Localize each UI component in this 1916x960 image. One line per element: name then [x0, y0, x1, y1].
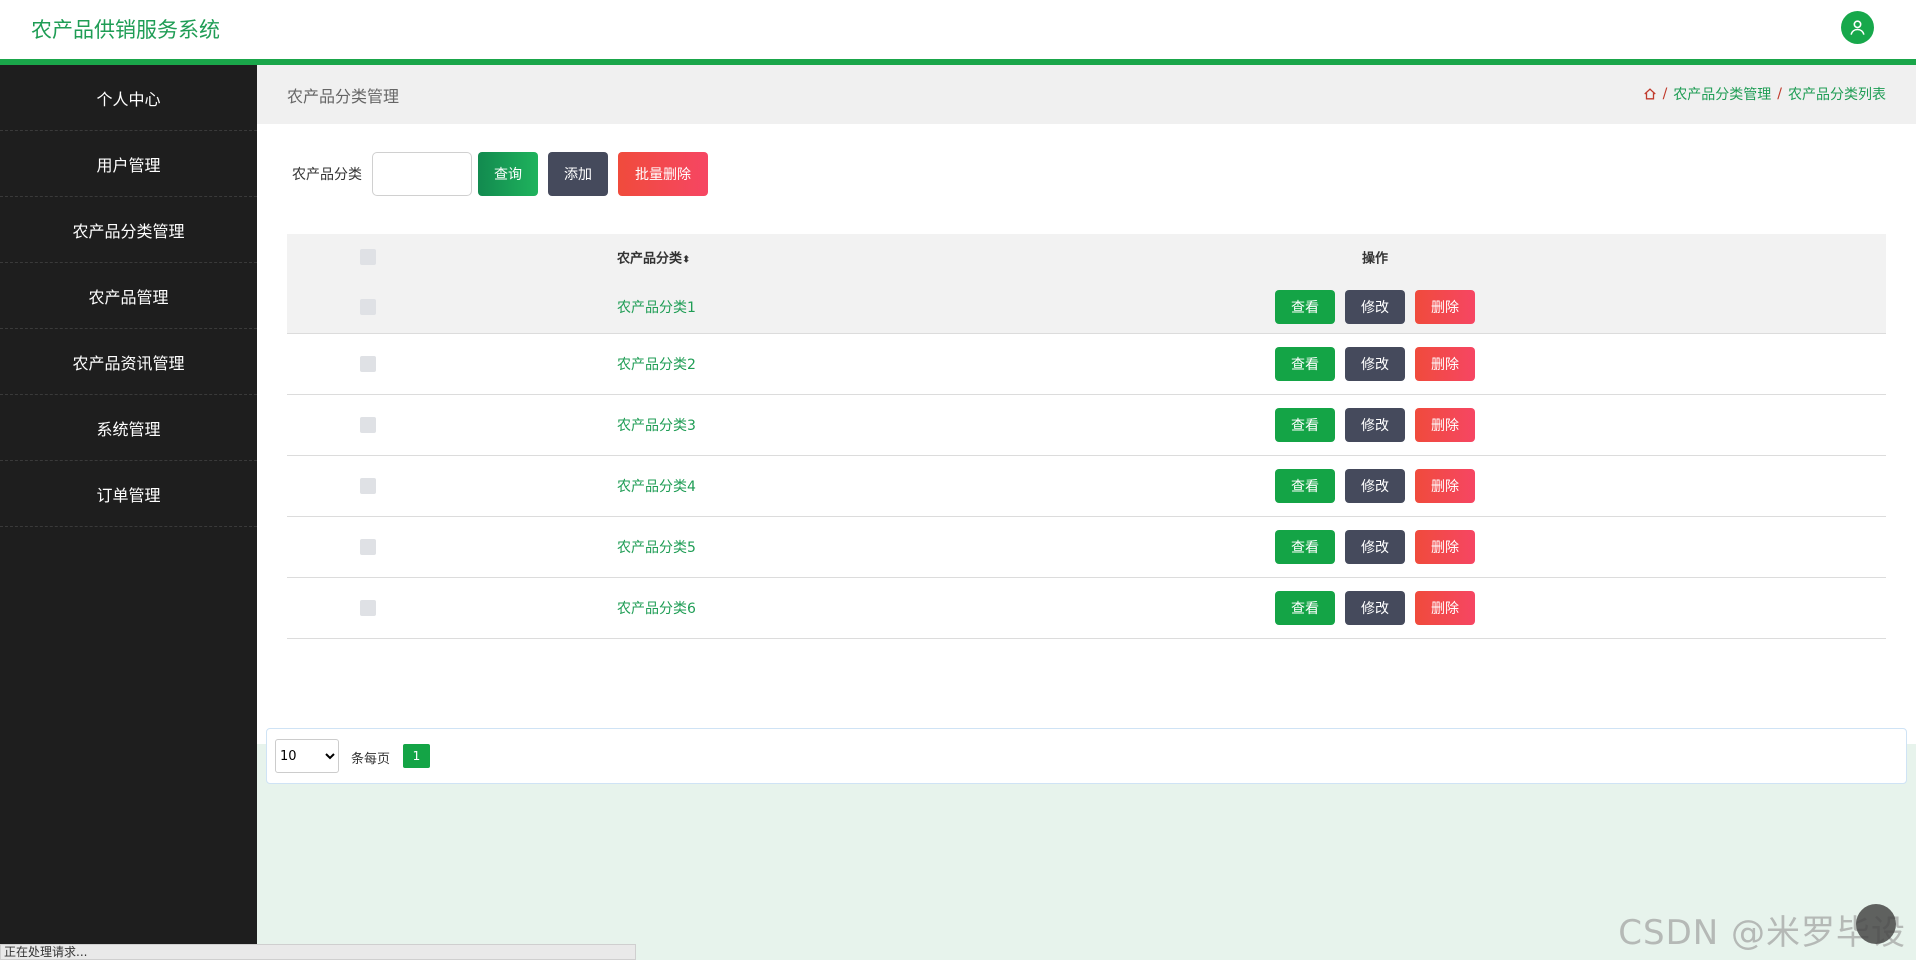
row-checkbox[interactable] [360, 417, 376, 433]
browser-status-bar: 正在处理请求... [0, 944, 636, 960]
user-avatar-button[interactable] [1841, 11, 1874, 44]
sidebar-item-news-management[interactable]: 农产品资讯管理 [0, 329, 257, 395]
app-title: 农产品供销服务系统 [31, 18, 220, 42]
pagination: 10 条每页 1 [266, 728, 1907, 784]
row-actions: 查看 修改 删除 [1275, 408, 1475, 442]
row-checkbox[interactable] [360, 600, 376, 616]
sidebar-item-label: 订单管理 [96, 485, 161, 505]
view-button[interactable]: 查看 [1275, 530, 1335, 564]
sidebar-item-user-management[interactable]: 用户管理 [0, 131, 257, 197]
row-category-name: 农产品分类3 [617, 418, 696, 434]
delete-button[interactable]: 删除 [1415, 591, 1475, 625]
sidebar-item-product-management[interactable]: 农产品管理 [0, 263, 257, 329]
page-number-current[interactable]: 1 [403, 744, 430, 768]
sidebar-item-label: 系统管理 [96, 419, 161, 439]
row-checkbox[interactable] [360, 298, 376, 315]
per-page-label: 条每页 [351, 752, 391, 767]
row-category-name: 农产品分类4 [617, 479, 696, 495]
column-header-actions: 操作 [1362, 251, 1389, 267]
row-checkbox[interactable] [360, 478, 376, 494]
sort-icon: ⬍ [682, 254, 691, 266]
view-button[interactable]: 查看 [1275, 289, 1335, 324]
table-row: 农产品分类1 查看 修改 删除 [287, 280, 1886, 334]
breadcrumb-category-list[interactable]: 农产品分类列表 [1788, 84, 1886, 104]
edit-button[interactable]: 修改 [1345, 530, 1405, 564]
row-category-name: 农产品分类2 [617, 357, 696, 373]
delete-button[interactable]: 删除 [1415, 530, 1475, 564]
search-bar: 农产品分类 查询 添加 批量删除 [292, 152, 718, 196]
delete-button[interactable]: 删除 [1415, 347, 1475, 381]
view-button[interactable]: 查看 [1275, 469, 1335, 503]
search-label: 农产品分类 [292, 167, 362, 183]
sidebar-item-label: 农产品资讯管理 [72, 353, 185, 373]
edit-button[interactable]: 修改 [1345, 408, 1405, 442]
category-search-input[interactable] [372, 152, 472, 196]
table-row: 农产品分类3 查看 修改 删除 [287, 395, 1886, 456]
view-button[interactable]: 查看 [1275, 591, 1335, 625]
delete-button[interactable]: 删除 [1415, 469, 1475, 503]
table-row: 农产品分类6 查看 修改 删除 [287, 578, 1886, 639]
table-row: 农产品分类4 查看 修改 删除 [287, 456, 1886, 517]
breadcrumb-category-management[interactable]: 农产品分类管理 [1673, 84, 1771, 104]
sidebar-item-system-management[interactable]: 系统管理 [0, 395, 257, 461]
row-actions: 查看 修改 删除 [1275, 469, 1475, 503]
sidebar-item-label: 农产品分类管理 [72, 221, 185, 241]
breadcrumb: / 农产品分类管理 / 农产品分类列表 [1643, 84, 1886, 104]
home-icon[interactable] [1643, 87, 1657, 101]
row-category-name: 农产品分类6 [617, 601, 696, 617]
sidebar-item-label: 个人中心 [96, 89, 161, 109]
row-category-name: 农产品分类1 [617, 299, 696, 316]
sidebar-item-label: 用户管理 [96, 155, 161, 175]
delete-button[interactable]: 删除 [1415, 408, 1475, 442]
sidebar: 个人中心 用户管理 农产品分类管理 农产品管理 农产品资讯管理 系统管理 订单管… [0, 65, 257, 960]
table-header: 农产品分类⬍ 操作 [287, 234, 1886, 280]
view-button[interactable]: 查看 [1275, 347, 1335, 381]
table-row: 农产品分类2 查看 修改 删除 [287, 334, 1886, 395]
row-actions: 查看 修改 删除 [1275, 530, 1475, 564]
table-row: 农产品分类5 查看 修改 删除 [287, 517, 1886, 578]
sidebar-item-label: 农产品管理 [88, 287, 169, 307]
row-category-name: 农产品分类5 [617, 540, 696, 556]
query-button[interactable]: 查询 [478, 152, 538, 196]
content-panel: 农产品分类 查询 添加 批量删除 农产品分类⬍ 操作 农产品分类1 查看 修改 … [257, 124, 1916, 784]
sidebar-item-order-management[interactable]: 订单管理 [0, 461, 257, 527]
top-header: 农产品供销服务系统 [0, 0, 1916, 60]
breadcrumb-separator: / [1777, 86, 1782, 102]
row-actions: 查看 修改 删除 [1275, 347, 1475, 381]
back-to-top-button[interactable] [1856, 904, 1896, 944]
page-size-select[interactable]: 10 [275, 739, 339, 773]
row-actions: 查看 修改 删除 [1275, 591, 1475, 625]
main-area: 农产品分类管理 / 农产品分类管理 / 农产品分类列表 农产品分类 查询 添加 … [257, 65, 1916, 960]
row-checkbox[interactable] [360, 539, 376, 555]
sidebar-item-personal-center[interactable]: 个人中心 [0, 65, 257, 131]
edit-button[interactable]: 修改 [1345, 469, 1405, 503]
page-title: 农产品分类管理 [287, 87, 400, 106]
sidebar-item-category-management[interactable]: 农产品分类管理 [0, 197, 257, 263]
edit-button[interactable]: 修改 [1345, 289, 1405, 324]
category-table: 农产品分类⬍ 操作 农产品分类1 查看 修改 删除 农产品分类2 查看 修改 删… [287, 234, 1886, 639]
breadcrumb-separator: / [1662, 86, 1668, 102]
delete-button[interactable]: 删除 [1415, 289, 1475, 324]
row-checkbox[interactable] [360, 356, 376, 372]
select-all-checkbox[interactable] [360, 249, 376, 265]
row-actions: 查看 修改 删除 [1275, 289, 1475, 324]
edit-button[interactable]: 修改 [1345, 347, 1405, 381]
view-button[interactable]: 查看 [1275, 408, 1335, 442]
user-icon [1850, 20, 1865, 35]
bulk-delete-button[interactable]: 批量删除 [618, 152, 708, 196]
page-header: 农产品分类管理 / 农产品分类管理 / 农产品分类列表 [257, 65, 1916, 124]
edit-button[interactable]: 修改 [1345, 591, 1405, 625]
add-button[interactable]: 添加 [548, 152, 608, 196]
column-header-category[interactable]: 农产品分类⬍ [617, 248, 690, 267]
